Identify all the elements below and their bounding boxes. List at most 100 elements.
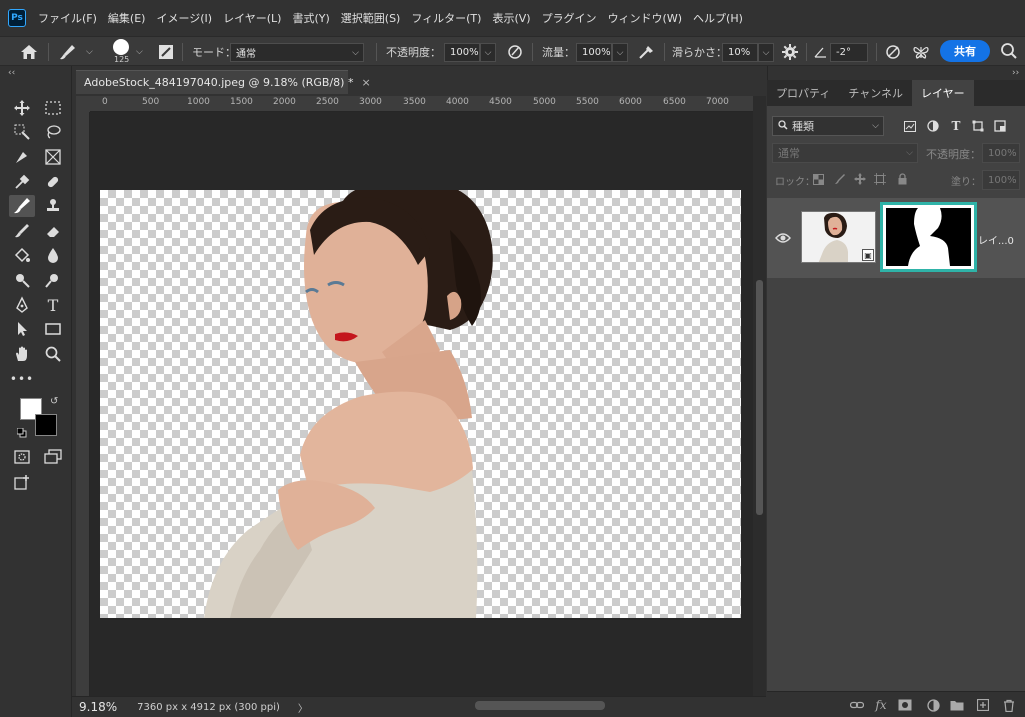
document-tab[interactable]: AdobeStock_484197040.jpeg @ 9.18% (RGB/8… (76, 70, 371, 94)
more-tools-icon[interactable]: ••• (9, 368, 35, 390)
frame-tool-icon[interactable] (40, 146, 66, 168)
delete-layer-trash-icon[interactable] (1001, 697, 1017, 713)
vertical-scrollbar-thumb[interactable] (756, 280, 763, 515)
filter-pixel-icon[interactable] (902, 118, 918, 134)
layer-thumbnail[interactable]: ▣ (801, 211, 876, 263)
blend-mode-select[interactable]: 通常 ⌵ (772, 143, 918, 163)
opacity-chevron-icon[interactable]: ⌵ (480, 43, 496, 62)
filter-adjustment-icon[interactable] (925, 118, 941, 134)
filter-shape-icon[interactable] (970, 118, 986, 134)
eyedropper-tool-icon[interactable] (9, 171, 35, 193)
symmetry-butterfly-icon[interactable] (912, 37, 930, 67)
tab-properties[interactable]: プロパティ (767, 80, 839, 106)
menu-plugins[interactable]: プラグイン (542, 10, 597, 26)
brush-size-chevron-icon[interactable]: ⌵ (136, 37, 143, 67)
lock-artboard-icon[interactable] (872, 171, 888, 187)
eraser-tool-icon[interactable] (40, 220, 66, 242)
horizontal-scrollbar-thumb[interactable] (475, 701, 605, 710)
history-brush-tool-icon[interactable] (9, 220, 35, 242)
healing-brush-tool-icon[interactable] (40, 171, 66, 193)
tools-collapse-icon[interactable]: ‹‹ (8, 68, 15, 78)
layer-filter-select[interactable]: 種類 ⌵ (772, 116, 884, 136)
photoshop-logo[interactable]: Ps (8, 9, 26, 27)
link-layers-icon[interactable] (849, 697, 865, 713)
rectangle-tool-icon[interactable] (40, 318, 66, 340)
menu-help[interactable]: ヘルプ(H) (693, 10, 743, 26)
blur-tool-icon[interactable] (40, 244, 66, 266)
menu-file[interactable]: ファイル(F) (38, 10, 97, 26)
filter-smart-object-icon[interactable] (992, 118, 1008, 134)
move-tool-icon[interactable] (9, 97, 35, 119)
visibility-eye-icon[interactable] (775, 232, 791, 244)
pressure-opacity-icon[interactable] (506, 37, 524, 67)
pen-tool-icon[interactable] (9, 146, 35, 168)
menu-window[interactable]: ウィンドウ(W) (608, 10, 682, 26)
flow-input[interactable]: 100% (576, 43, 612, 62)
search-icon[interactable] (1000, 42, 1018, 60)
marquee-tool-icon[interactable] (40, 97, 66, 119)
pen-path-tool-icon[interactable] (9, 294, 35, 316)
layer-opacity-input[interactable]: 100% (982, 143, 1020, 163)
default-colors-icon[interactable] (16, 427, 27, 438)
edit-toolbar-icon[interactable] (9, 472, 35, 494)
menu-image[interactable]: イメージ(I) (156, 10, 212, 26)
new-layer-icon[interactable] (975, 697, 991, 713)
sponge-tool-icon[interactable] (40, 269, 66, 291)
swap-colors-icon[interactable]: ↺ (50, 396, 58, 407)
tab-layers[interactable]: レイヤー (912, 80, 974, 106)
menu-select[interactable]: 選択範囲(S) (341, 10, 401, 26)
lock-pixels-icon[interactable] (832, 171, 848, 187)
layer-mask-thumbnail[interactable] (880, 202, 977, 272)
close-document-icon[interactable]: × (361, 76, 370, 89)
home-icon[interactable] (20, 37, 38, 67)
angle-input[interactable]: -2° (830, 43, 868, 62)
status-arrow-icon[interactable]: 〉 (298, 700, 308, 715)
airbrush-icon[interactable] (638, 37, 656, 67)
type-tool-icon[interactable]: T (40, 294, 66, 316)
panel-collapse-icon[interactable]: ›› (1012, 68, 1019, 78)
brush-tool-icon[interactable] (9, 195, 35, 217)
clone-stamp-tool-icon[interactable] (40, 195, 66, 217)
menu-type[interactable]: 書式(Y) (292, 10, 329, 26)
menu-layer[interactable]: レイヤー(L) (223, 10, 281, 26)
flow-chevron-icon[interactable]: ⌵ (612, 43, 628, 62)
menu-view[interactable]: 表示(V) (492, 10, 530, 26)
document-dimensions[interactable]: 7360 px x 4912 px (300 ppi) (137, 702, 280, 713)
lasso-tool-icon[interactable] (40, 121, 66, 143)
layer-name[interactable]: レイ...0 (978, 232, 1014, 247)
gear-icon[interactable] (782, 37, 798, 67)
pasteboard[interactable] (90, 112, 753, 696)
lock-all-icon[interactable] (894, 171, 910, 187)
zoom-tool-icon[interactable] (40, 343, 66, 365)
object-selection-tool-icon[interactable] (9, 121, 35, 143)
menu-edit[interactable]: 編集(E) (108, 10, 146, 26)
quick-mask-icon[interactable] (9, 446, 35, 468)
mode-select[interactable]: 通常 ⌵ (230, 43, 364, 62)
lock-position-icon[interactable] (852, 171, 868, 187)
background-color-swatch[interactable] (35, 414, 57, 436)
share-button[interactable]: 共有 (940, 40, 990, 62)
hand-tool-icon[interactable] (9, 343, 35, 365)
filter-type-icon[interactable]: T (948, 118, 964, 134)
brush-settings-icon[interactable] (158, 37, 174, 67)
new-group-folder-icon[interactable] (949, 697, 965, 713)
lock-transparency-icon[interactable] (810, 171, 826, 187)
add-mask-icon[interactable] (897, 697, 913, 713)
brush-preset-chevron-icon[interactable]: ⌵ (86, 37, 93, 67)
zoom-level[interactable]: 9.18% (79, 700, 117, 714)
document-canvas[interactable] (100, 190, 741, 618)
paint-bucket-tool-icon[interactable] (9, 244, 35, 266)
opacity-input[interactable]: 100% (444, 43, 480, 62)
fill-input[interactable]: 100% (982, 170, 1020, 190)
path-selection-tool-icon[interactable] (9, 318, 35, 340)
smoothing-chevron-icon[interactable]: ⌵ (758, 43, 774, 62)
dodge-tool-icon[interactable] (9, 269, 35, 291)
smoothing-input[interactable]: 10% (722, 43, 758, 62)
brush-preset-icon[interactable] (58, 37, 78, 67)
tab-channels[interactable]: チャンネル (839, 80, 912, 106)
layer-style-fx-icon[interactable]: fx (873, 697, 889, 713)
new-adjustment-layer-icon[interactable] (925, 697, 941, 713)
screen-mode-icon[interactable] (40, 446, 66, 468)
menu-filter[interactable]: フィルター(T) (411, 10, 481, 26)
pressure-size-icon[interactable] (884, 37, 902, 67)
